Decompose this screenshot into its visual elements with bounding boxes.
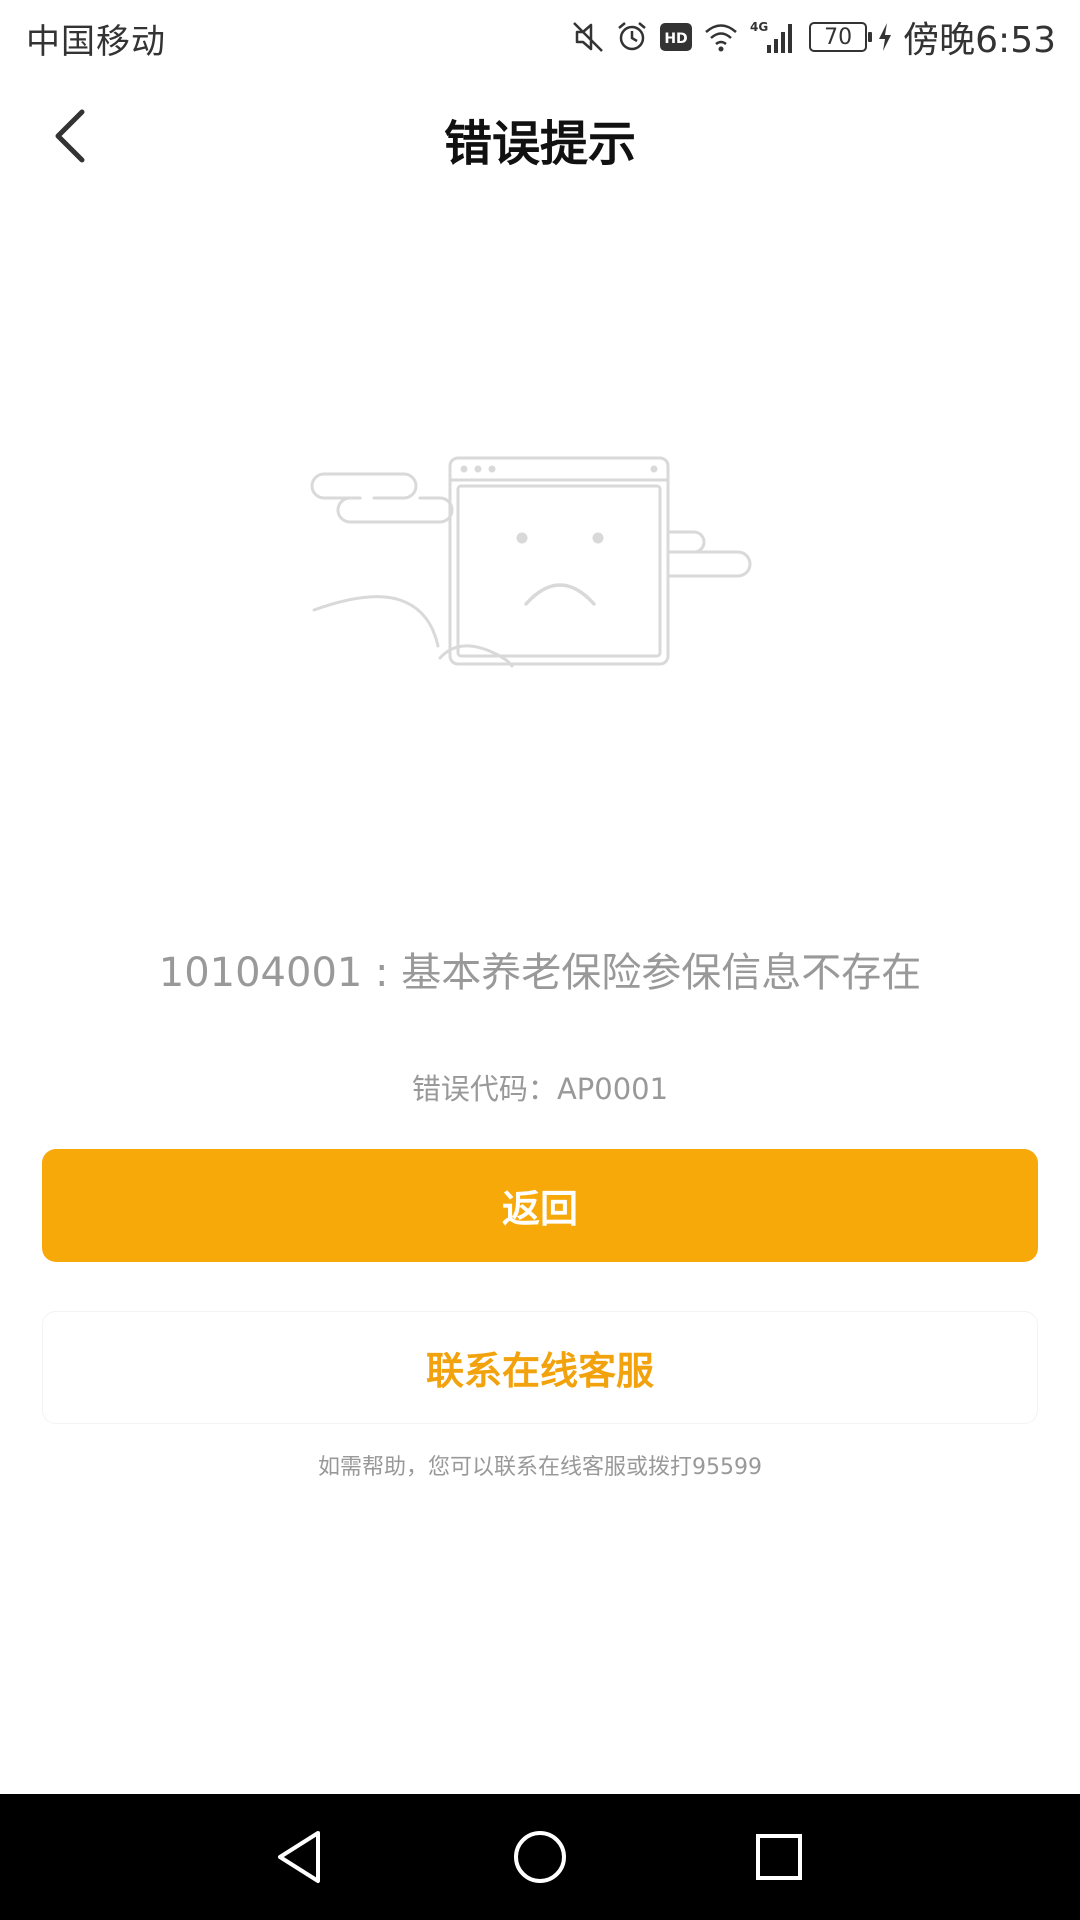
triangle-back-icon [278,1831,320,1883]
contact-service-button[interactable]: 联系在线客服 [42,1311,1038,1424]
system-nav-bar [0,1794,1080,1920]
nav-home-button[interactable] [505,1822,575,1892]
network-type: 4G [750,20,768,34]
signal-icon: 4G [749,19,799,55]
nav-header: 错误提示 [0,76,1080,196]
clock: 傍晚6:53 [903,20,1056,61]
svg-text:HD: HD [664,31,687,47]
page-title: 错误提示 [443,116,636,172]
status-bar: 中国移动 HD 4G 70 傍晚6:53 [0,0,1080,76]
hd-icon: HD [659,22,693,52]
error-screen: 中国移动 HD 4G 70 傍晚6:53 错误提示 10104001: 基本养… [0,0,1080,1920]
nav-recent-button[interactable] [744,1822,814,1892]
mute-icon [571,20,605,54]
status-icons: HD 4G 70 傍晚6:53 [571,12,1056,62]
error-code-row: 错误代码：AP0001 [0,1066,1080,1108]
return-button[interactable]: 返回 [42,1149,1038,1262]
wifi-icon [703,21,739,53]
error-message: 10104001 : 基本养老保险参保信息不存在 [158,950,922,996]
nav-back-button[interactable] [264,1822,334,1892]
return-button-label: 返回 [501,1187,578,1231]
square-recent-icon [756,1834,802,1880]
error-code-label: 错误代码： [411,1072,557,1106]
carrier-name: 中国移动 [26,22,166,62]
error-illustration [300,440,780,680]
alarm-icon [615,20,649,54]
charging-icon [877,22,893,52]
sad-browser-illustration [310,456,752,668]
contact-service-label: 联系在线客服 [425,1349,654,1393]
help-text: 如需帮助，您可以联系在线客服或拨打95599 [318,1455,762,1480]
battery-icon: 70 [809,22,873,52]
circle-home-icon [514,1831,566,1883]
battery-level: 70 [824,24,853,50]
error-code-value: AP0001 [556,1072,669,1106]
